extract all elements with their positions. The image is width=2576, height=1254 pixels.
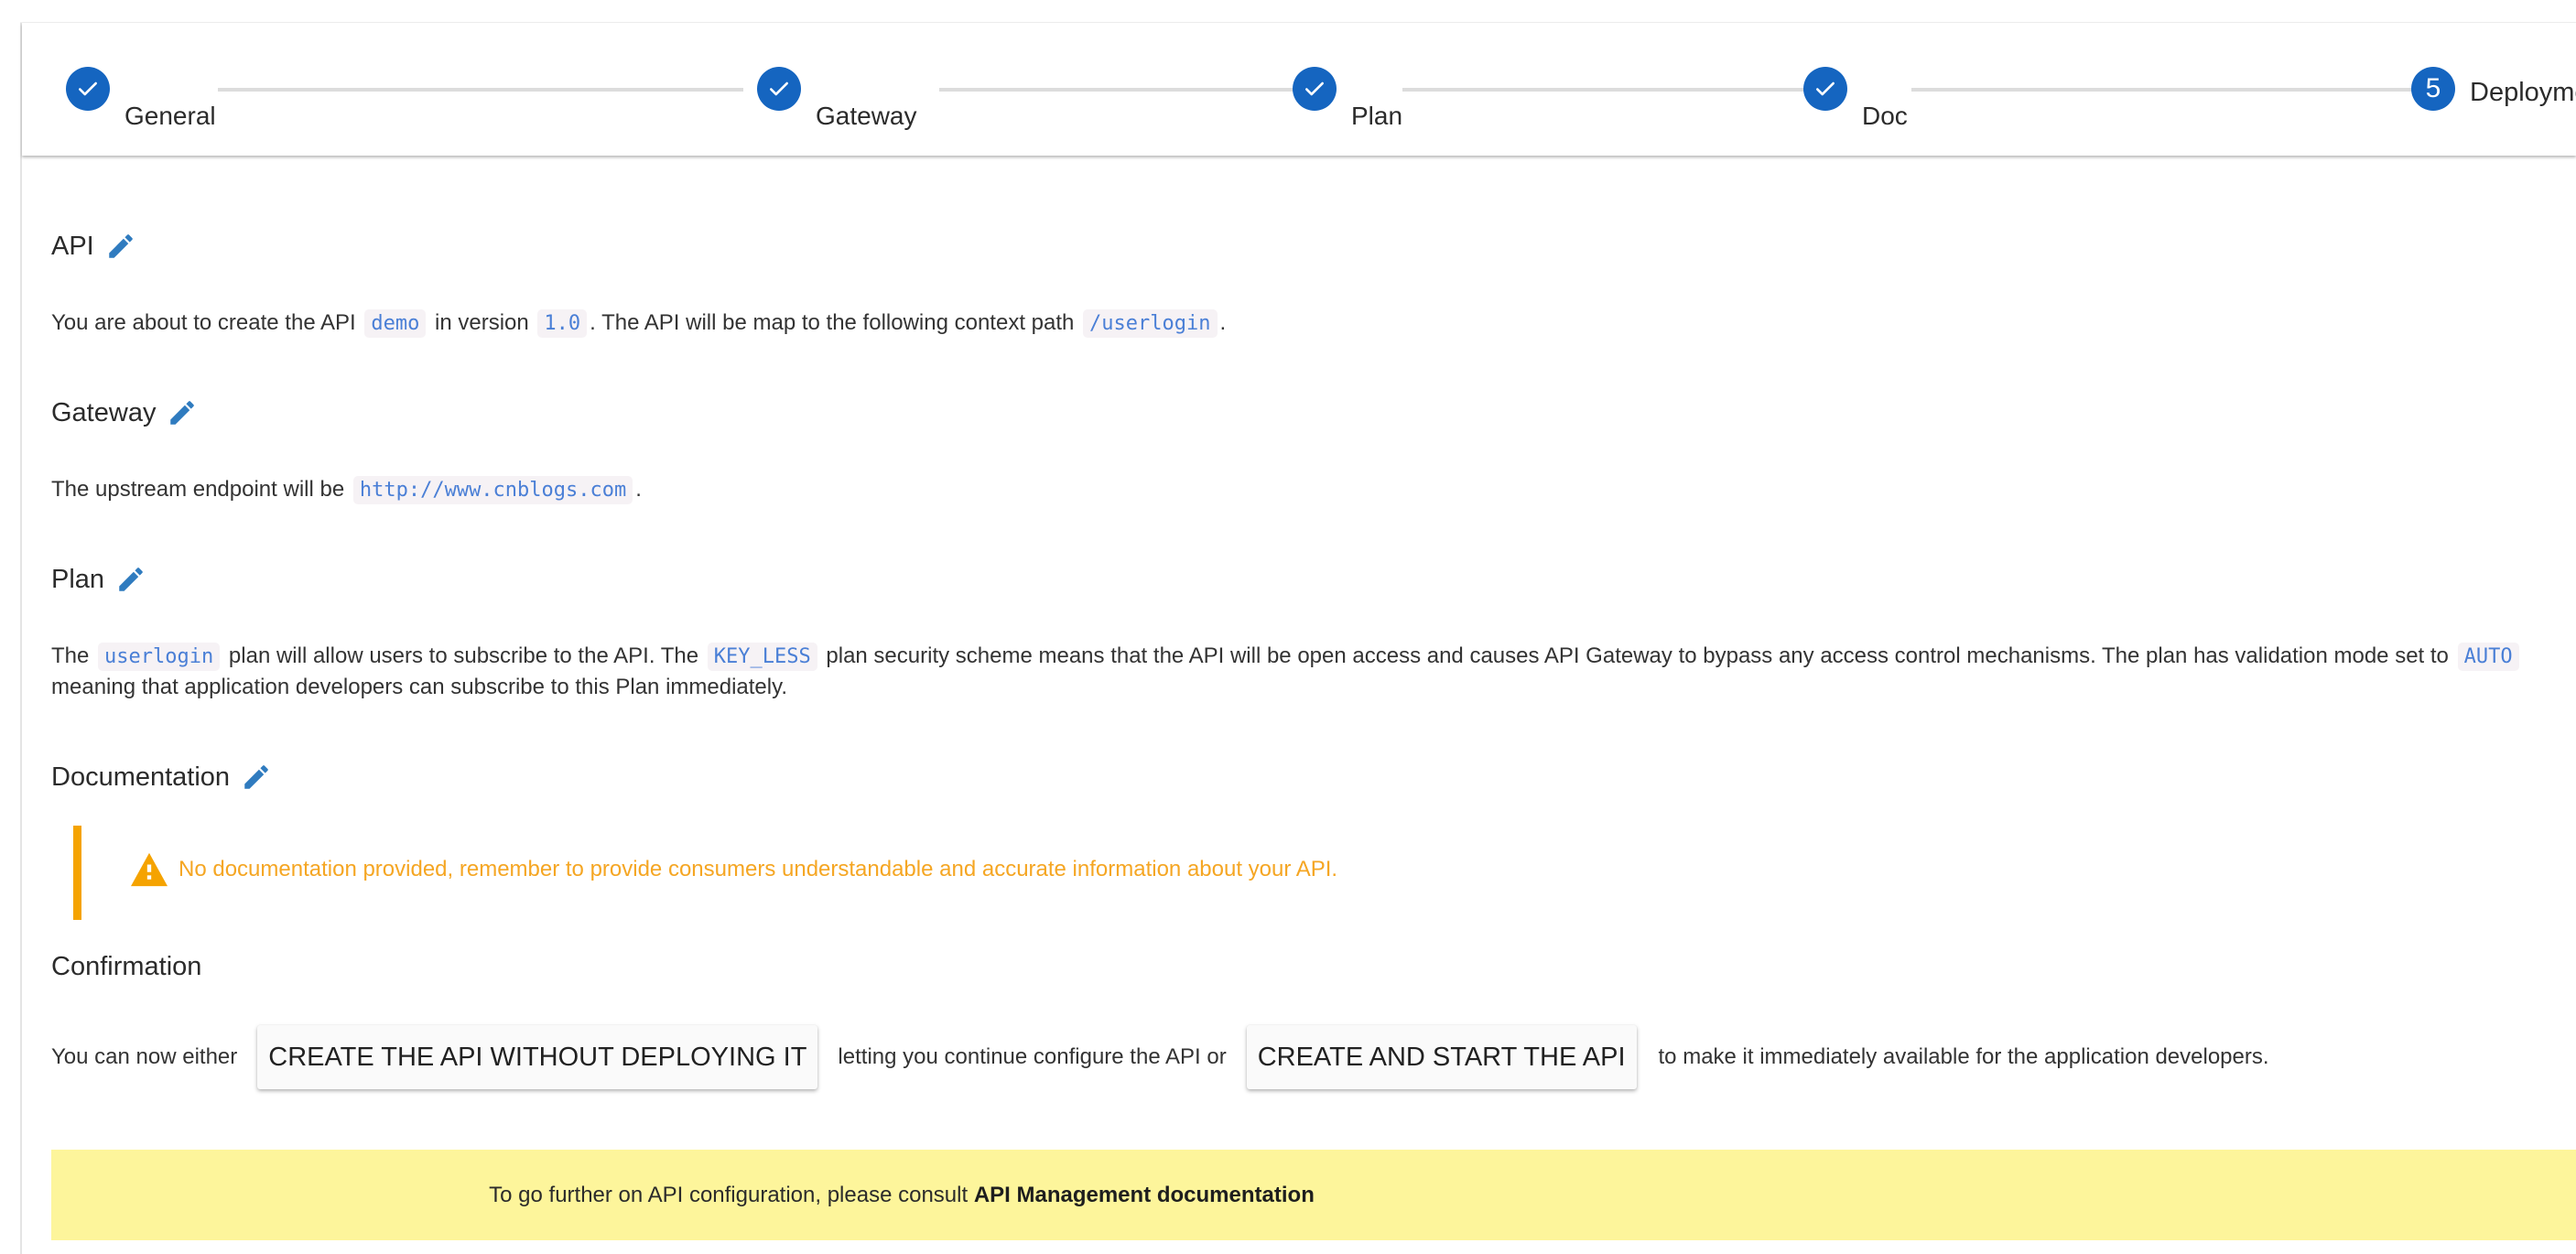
create-and-start-button[interactable]: CREATE AND START THE API (1246, 1025, 1637, 1089)
section-title: Gateway (51, 397, 157, 427)
step-label: Doc (1862, 102, 1908, 130)
check-icon (757, 67, 801, 111)
text: . (1219, 310, 1227, 335)
text: to make it immediately available for the… (1658, 1044, 2269, 1069)
section-gateway-header: Gateway (51, 397, 198, 428)
security-type: KEY_LESS (707, 643, 817, 671)
check-icon (1293, 67, 1337, 111)
gateway-summary: The upstream endpoint will be http://www… (51, 474, 642, 506)
check-icon (1803, 67, 1847, 111)
confirmation-row: You can now either CREATE THE API WITHOU… (51, 1025, 2269, 1089)
text: . The API will be map to the following c… (590, 310, 1075, 335)
api-name: demo (364, 309, 427, 338)
text: . (635, 477, 642, 502)
section-title: Confirmation (51, 952, 202, 981)
warning-icon (131, 852, 168, 887)
section-documentation-header: Documentation (51, 762, 272, 793)
step-label: Plan (1351, 102, 1403, 130)
page: General Gateway Plan Doc 5 Deployment AP… (0, 0, 2576, 1254)
pencil-icon[interactable] (241, 762, 272, 793)
create-without-deploy-button[interactable]: CREATE THE API WITHOUT DEPLOYING IT (257, 1025, 818, 1089)
step-label: General (124, 102, 216, 130)
step-connector (939, 88, 1305, 92)
step-label: Gateway (816, 102, 917, 130)
step-connector (218, 88, 743, 92)
text: meaning that application developers can … (51, 675, 787, 699)
context-path: /userlogin (1083, 309, 1218, 338)
plan-summary-continued: meaning that application developers can … (51, 672, 787, 703)
section-confirmation-header: Confirmation (51, 952, 201, 982)
api-summary: You are about to create the API demo in … (51, 308, 1226, 340)
text: The (51, 643, 90, 668)
validation-mode: AUTO (2457, 643, 2519, 671)
documentation-banner: To go further on API configuration, plea… (51, 1150, 2576, 1240)
plan-name: userlogin (98, 643, 221, 671)
step-number: 5 (2411, 67, 2455, 111)
pencil-icon[interactable] (105, 231, 136, 262)
step-label: Deployment (2470, 78, 2576, 107)
check-icon (66, 67, 110, 111)
section-api-header: API (51, 231, 136, 262)
section-title: Plan (51, 564, 105, 594)
banner-text: To go further on API configuration, plea… (489, 1182, 974, 1207)
pencil-icon[interactable] (115, 564, 146, 595)
pencil-icon[interactable] (167, 397, 198, 428)
text: in version (435, 310, 529, 335)
section-plan-header: Plan (51, 564, 146, 595)
wizard-stepper: General Gateway Plan Doc 5 Deployment (22, 23, 2576, 156)
text: letting you continue configure the API o… (838, 1044, 1227, 1069)
section-title: API (51, 231, 94, 261)
text: You are about to create the API (51, 310, 356, 335)
documentation-warning: No documentation provided, remember to p… (73, 826, 2576, 920)
text: plan security scheme means that the API … (826, 643, 2449, 668)
step-connector (1402, 88, 1814, 92)
warning-text: No documentation provided, remember to p… (179, 857, 1338, 881)
upstream-endpoint: http://www.cnblogs.com (352, 476, 633, 504)
api-management-docs-link[interactable]: API Management documentation (974, 1183, 1315, 1207)
left-divider (20, 23, 22, 1254)
text: The upstream endpoint will be (51, 477, 345, 502)
text: You can now either (51, 1044, 238, 1069)
plan-summary: The userlogin plan will allow users to s… (51, 641, 2522, 673)
step-connector (1911, 88, 2424, 92)
text: plan will allow users to subscribe to th… (228, 643, 699, 668)
api-version: 1.0 (537, 309, 588, 338)
section-title: Documentation (51, 762, 231, 792)
